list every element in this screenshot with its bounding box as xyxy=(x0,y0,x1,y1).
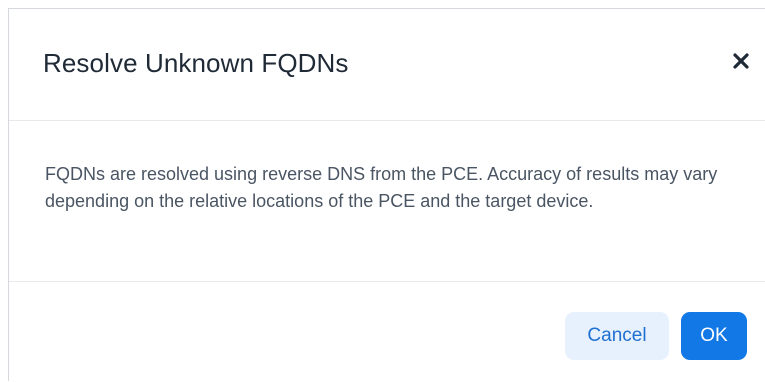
ok-button[interactable]: OK xyxy=(681,312,747,360)
dialog-footer: Cancel OK xyxy=(9,282,765,382)
cancel-button[interactable]: Cancel xyxy=(565,312,669,360)
dialog-message: FQDNs are resolved using reverse DNS fro… xyxy=(45,164,718,211)
resolve-fqdn-dialog: Resolve Unknown FQDNs FQDNs are resolved… xyxy=(8,8,765,381)
dialog-title: Resolve Unknown FQDNs xyxy=(43,48,349,78)
dialog-body: FQDNs are resolved using reverse DNS fro… xyxy=(9,121,765,282)
dialog-header: Resolve Unknown FQDNs xyxy=(9,9,765,121)
close-button[interactable] xyxy=(727,47,755,75)
close-icon xyxy=(733,53,749,69)
